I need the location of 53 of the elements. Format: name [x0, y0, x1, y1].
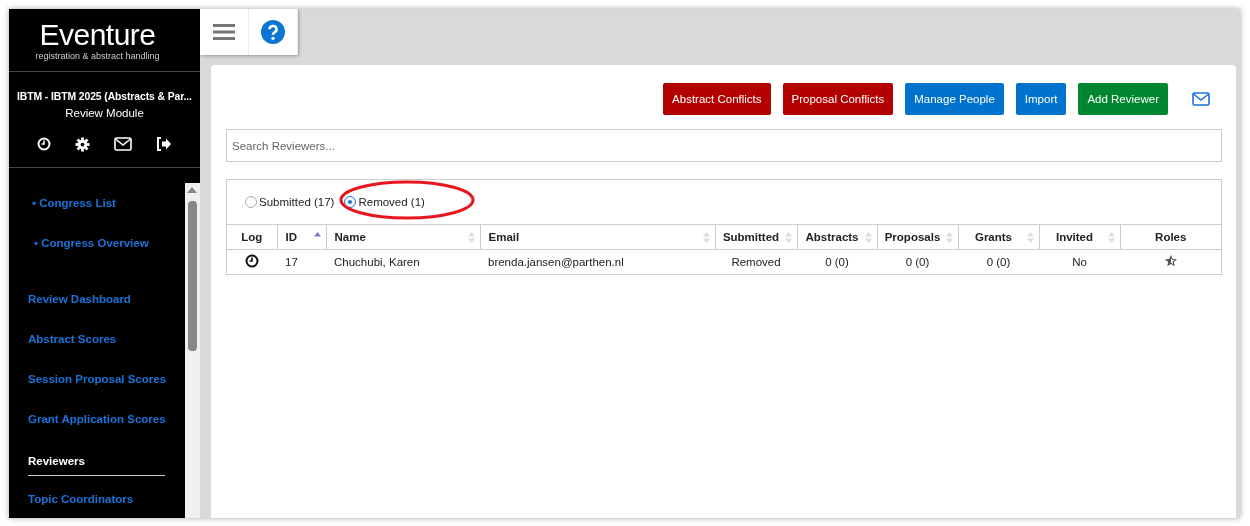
column-header[interactable]: Submitted — [715, 224, 797, 250]
table-cell: No — [1039, 249, 1120, 274]
sort-icon — [1107, 232, 1115, 243]
table-cell: brenda.jansen@parthen.nl — [480, 249, 715, 274]
sidebar-link[interactable]: Abstract Scores — [9, 319, 185, 359]
sidebar-link[interactable]: Review Dashboard — [9, 279, 185, 319]
table-cell: 17 — [277, 249, 326, 274]
action-button[interactable]: Manage People — [905, 83, 1004, 115]
table-cell: Chuchubi, Karen — [326, 249, 480, 274]
column-header[interactable]: Abstracts — [797, 224, 877, 250]
sidebar-link[interactable]: Session Proposal Scores — [9, 359, 185, 399]
table-cell: 0 (0) — [877, 249, 958, 274]
settings-icon[interactable] — [75, 136, 90, 152]
action-button[interactable]: Add Reviewer — [1078, 83, 1168, 115]
sort-icon — [1026, 232, 1034, 243]
table-cell: 0 (0) — [797, 249, 877, 274]
table-cell: 0 (0) — [958, 249, 1039, 274]
sidebar-link[interactable]: • Congress List — [9, 183, 185, 223]
scrollbar[interactable] — [185, 183, 200, 518]
table-cell: Removed — [715, 249, 797, 274]
column-header[interactable]: Roles — [1120, 224, 1221, 250]
history-icon[interactable] — [245, 254, 259, 268]
filter-radio[interactable]: Submitted (17) — [245, 196, 335, 208]
column-header[interactable]: Name — [326, 224, 480, 250]
help-icon[interactable] — [261, 20, 285, 44]
column-header[interactable]: Proposals — [877, 224, 958, 250]
column-header[interactable]: Log — [227, 224, 277, 250]
logo-tagline: registration & abstract handling — [35, 50, 160, 61]
history-icon — [37, 137, 51, 151]
logo: Eventure — [39, 19, 156, 50]
sidebar-link[interactable]: Topic Coordinators — [9, 479, 185, 518]
sort-icon — [784, 232, 792, 243]
menu-icon[interactable] — [213, 23, 235, 41]
action-button[interactable]: Abstract Conflicts — [663, 83, 771, 115]
action-button[interactable]: Proposal Conflicts — [782, 83, 894, 115]
congress-title: IBTM - IBTM 2025 (Abstracts & Par... — [16, 90, 193, 104]
logout-icon[interactable] — [156, 137, 172, 151]
filter-radio[interactable]: Removed (1) — [344, 196, 425, 208]
sidebar-link[interactable]: Grant Application Scores — [9, 399, 185, 439]
sort-icon — [945, 232, 953, 243]
star-icon[interactable] — [1163, 254, 1178, 268]
sidebar-link[interactable]: • Congress Overview — [9, 223, 185, 263]
module-name: Review Module — [64, 106, 145, 121]
column-header[interactable]: Email — [480, 224, 715, 250]
sort-icon — [864, 232, 872, 243]
column-header[interactable]: Grants — [958, 224, 1039, 250]
column-header[interactable]: Invited — [1039, 224, 1120, 250]
sort-icon — [702, 232, 710, 243]
sidebar-link[interactable]: Reviewers — [9, 439, 185, 479]
search-field[interactable]: Search Reviewers... — [226, 129, 1222, 162]
column-header[interactable]: ID — [277, 224, 326, 250]
action-button[interactable]: Import — [1015, 83, 1067, 115]
sort-icon — [467, 232, 475, 243]
